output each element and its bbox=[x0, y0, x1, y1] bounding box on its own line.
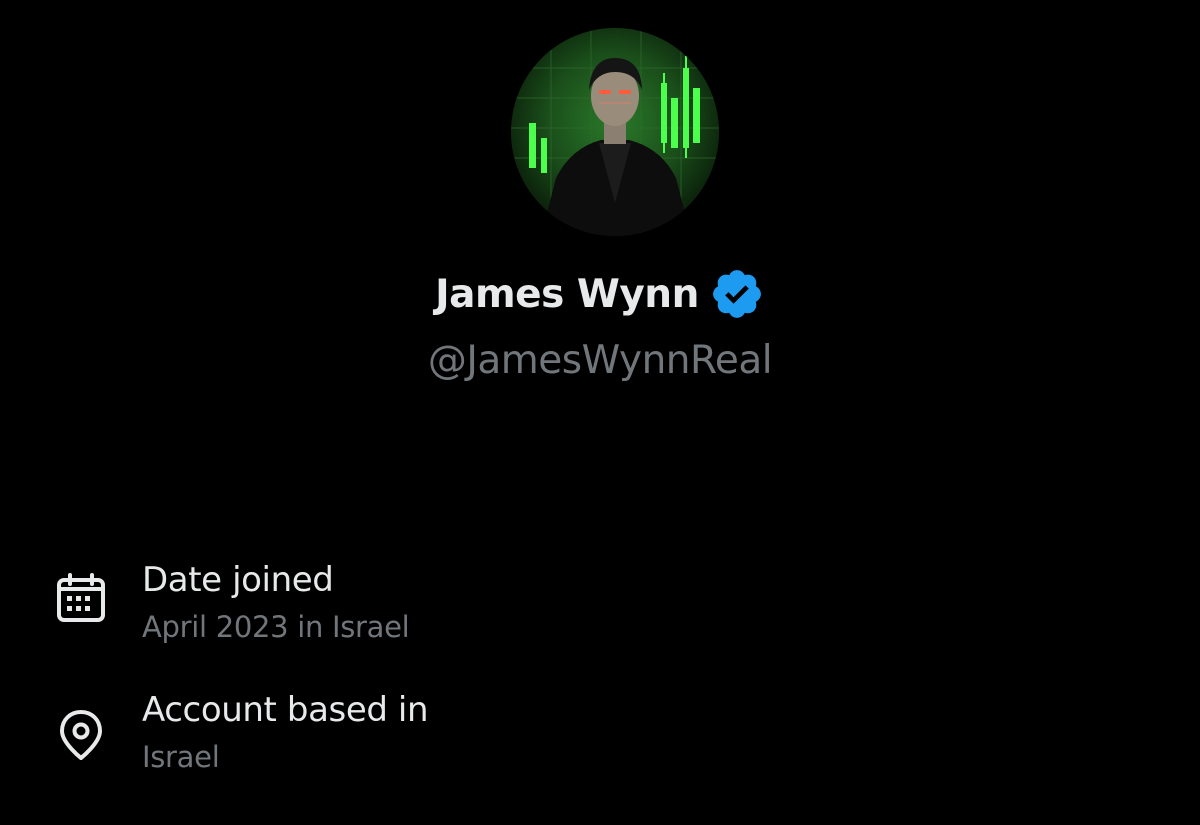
profile-header: James Wynn @JamesWynnReal bbox=[0, 0, 1200, 420]
about-item-title: Account based in bbox=[142, 690, 429, 730]
name-row: James Wynn bbox=[0, 266, 1200, 322]
location-pin-icon bbox=[54, 708, 108, 762]
avatar[interactable] bbox=[511, 28, 719, 236]
about-item-value: Israel bbox=[142, 740, 220, 774]
calendar-icon bbox=[54, 572, 108, 626]
about-item-account-based-in: Account based in Israel bbox=[0, 686, 1200, 786]
about-item-date-joined: Date joined April 2023 in Israel bbox=[0, 556, 1200, 656]
about-item-title: Date joined bbox=[142, 560, 334, 600]
verified-badge-icon[interactable] bbox=[709, 266, 765, 322]
avatar-image bbox=[511, 28, 719, 236]
profile-handle: @JamesWynnReal bbox=[427, 338, 773, 383]
display-name: James Wynn bbox=[435, 271, 699, 317]
about-item-value: April 2023 in Israel bbox=[142, 610, 410, 644]
